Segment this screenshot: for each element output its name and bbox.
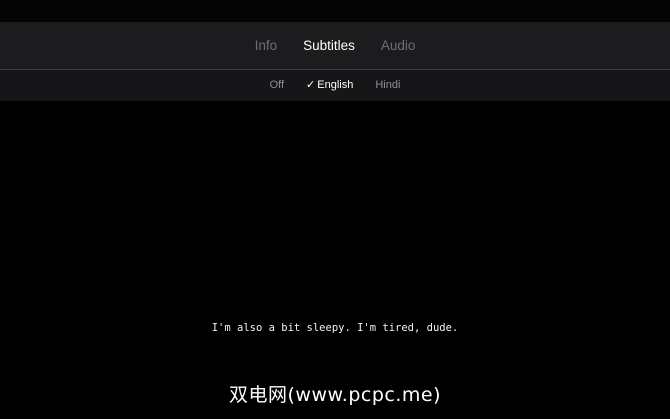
subtitle-option-hindi-label: Hindi bbox=[375, 79, 401, 91]
tab-subtitles[interactable]: Subtitles bbox=[290, 22, 368, 69]
video-player-screen: Info Subtitles Audio Off ✓ English Hindi… bbox=[0, 0, 670, 419]
top-strip bbox=[0, 0, 670, 22]
tab-info[interactable]: Info bbox=[242, 22, 291, 69]
subtitle-options-bar: Off ✓ English Hindi bbox=[0, 70, 670, 101]
subtitle-option-off-label: Off bbox=[269, 79, 285, 91]
subtitle-option-off[interactable]: Off bbox=[259, 70, 295, 101]
info-panel-overlay: Info Subtitles Audio Off ✓ English Hindi bbox=[0, 0, 670, 101]
subtitle-option-english-label: English bbox=[317, 79, 354, 91]
tab-audio[interactable]: Audio bbox=[368, 22, 429, 69]
subtitle-option-english[interactable]: ✓ English bbox=[295, 70, 364, 101]
checkmark-icon: ✓ bbox=[306, 79, 316, 91]
subtitle-caption: I'm also a bit sleepy. I'm tired, dude. bbox=[211, 322, 459, 334]
subtitle-option-hindi[interactable]: Hindi bbox=[364, 70, 411, 101]
watermark-text: 双电网(www.pcpc.me) bbox=[229, 384, 441, 406]
panel-tab-bar: Info Subtitles Audio bbox=[0, 22, 670, 69]
